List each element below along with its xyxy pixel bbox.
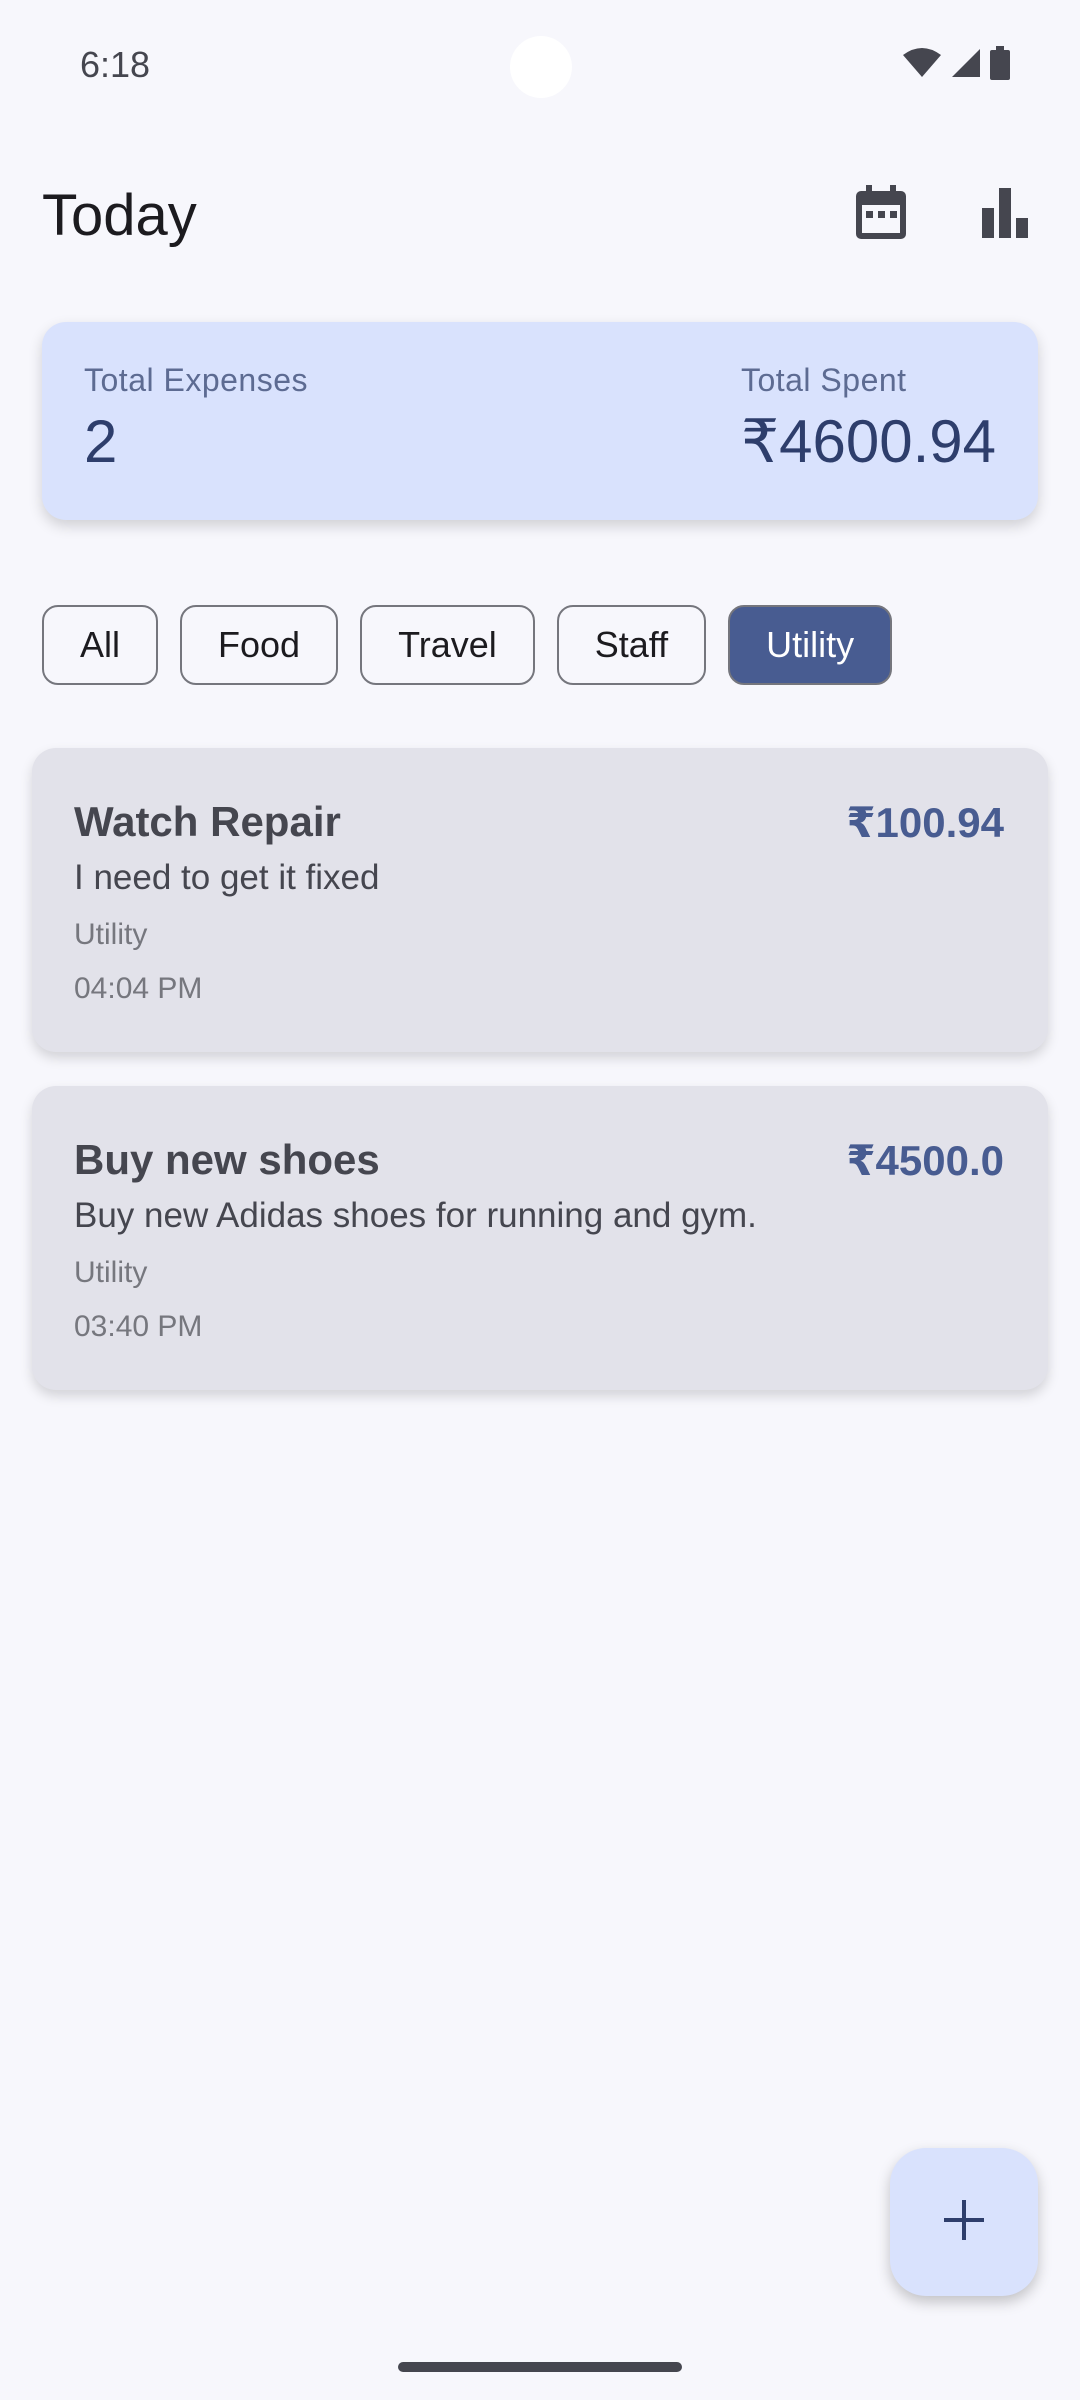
status-time: 6:18 — [80, 44, 151, 85]
chip-food[interactable]: Food — [180, 605, 339, 685]
expense-category: Utility — [74, 918, 148, 951]
expense-card[interactable]: Buy new shoes ₹4500.0 Buy new Adidas sho… — [32, 1086, 1048, 1390]
app-bar: Today — [0, 160, 1080, 270]
total-spent-label: Total Spent — [740, 362, 907, 398]
signal-icon — [950, 47, 982, 79]
stats-button[interactable] — [970, 180, 1040, 250]
expense-time: 04:04 PM — [74, 972, 203, 1005]
expense-category: Utility — [74, 1256, 148, 1289]
expense-time: 03:40 PM — [74, 1310, 203, 1343]
plus-icon — [942, 2198, 986, 2247]
category-filter-chips: All Food Travel Staff Utility — [42, 605, 893, 685]
total-expenses: Total Expenses 2 — [84, 362, 308, 476]
battery-icon — [990, 46, 1010, 80]
bar-chart-icon — [982, 187, 1028, 243]
page-title: Today — [42, 183, 197, 248]
status-bar: 6:18 — [0, 0, 1080, 130]
chip-travel[interactable]: Travel — [360, 605, 535, 685]
home-indicator[interactable] — [398, 2362, 682, 2372]
expense-title: Watch Repair — [74, 798, 341, 845]
expense-amount: ₹4500.0 — [846, 1137, 1004, 1184]
chip-all[interactable]: All — [42, 605, 159, 685]
total-spent-value: ₹4600.94 — [740, 408, 996, 475]
expense-card[interactable]: Watch Repair ₹100.94 I need to get it fi… — [32, 748, 1048, 1052]
expense-title: Buy new shoes — [74, 1136, 380, 1183]
summary-card: Total Expenses 2 Total Spent ₹4600.94 — [42, 322, 1038, 520]
total-spent: Total Spent ₹4600.94 — [741, 362, 996, 477]
status-icons — [902, 46, 1010, 80]
expense-description: Buy new Adidas shoes for running and gym… — [74, 1196, 757, 1235]
chip-utility[interactable]: Utility — [728, 605, 893, 685]
expense-description: I need to get it fixed — [74, 858, 380, 897]
total-expenses-value: 2 — [84, 408, 118, 475]
total-expenses-label: Total Expenses — [84, 362, 309, 398]
expense-list: Watch Repair ₹100.94 I need to get it fi… — [32, 748, 1048, 1424]
wifi-icon — [902, 47, 942, 79]
calendar-icon — [854, 184, 908, 246]
calendar-button[interactable] — [846, 180, 916, 250]
add-expense-button[interactable] — [890, 2148, 1038, 2296]
camera-cutout — [510, 36, 572, 98]
chip-staff[interactable]: Staff — [556, 605, 707, 685]
expense-amount: ₹100.94 — [846, 799, 1004, 846]
